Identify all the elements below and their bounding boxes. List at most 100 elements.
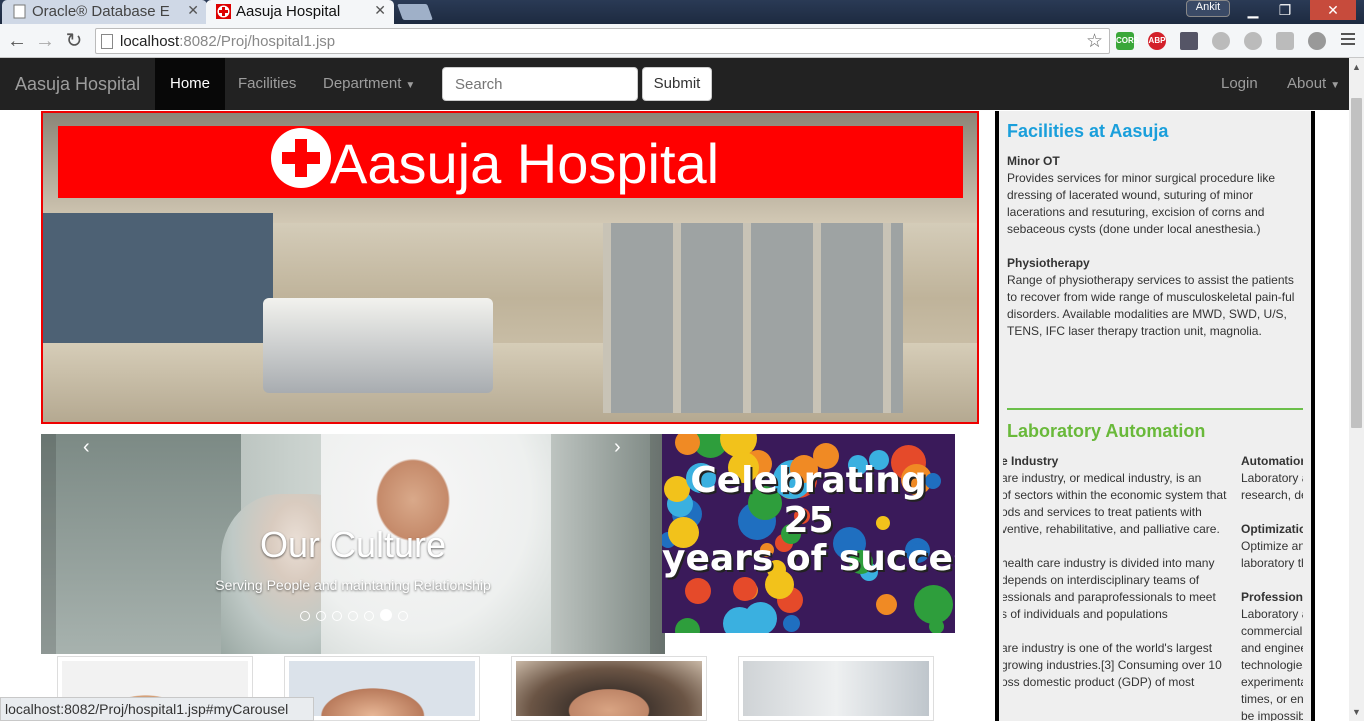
caret-down-icon: ▼ <box>405 80 416 91</box>
culture-carousel: ‹ › Our Culture Serving People and maint… <box>41 434 665 654</box>
decorative-circle <box>675 618 700 633</box>
facilities-sidebar: Facilities at Aasuja Minor OT Provides s… <box>995 111 1315 721</box>
tab-label: Aasuja Hospital <box>236 3 341 20</box>
carousel-indicator-dot[interactable] <box>364 611 374 621</box>
reload-icon[interactable]: ↻ <box>63 30 85 52</box>
nurse-station <box>263 298 493 393</box>
settings-extension-icon[interactable] <box>1276 32 1294 50</box>
facility-text: Range of physiotherapy services to assis… <box>1007 273 1295 338</box>
browser-toolbar: ← → ↻ localhost:8082/Proj/hospital1.jsp … <box>0 24 1364 58</box>
facility-physiotherapy: Physiotherapy Range of physiotherapy ser… <box>1007 255 1303 340</box>
back-icon[interactable]: ← <box>6 30 28 52</box>
eyedropper-extension-icon[interactable] <box>1180 32 1198 50</box>
close-tab-icon[interactable]: ✕ <box>374 2 386 19</box>
nav-facilities[interactable]: Facilities <box>223 58 311 110</box>
carousel-indicator-dot[interactable] <box>300 611 310 621</box>
decorative-circle <box>733 577 757 601</box>
skype-extension-icon[interactable] <box>1212 32 1230 50</box>
nav-department-dropdown[interactable]: Department ▼ <box>308 58 430 110</box>
tab-label: Oracle® Database E <box>32 3 170 20</box>
carousel-caption-subtitle: Serving People and maintaning Relationsh… <box>215 577 491 593</box>
nav-home[interactable]: Home <box>155 58 226 110</box>
carousel-indicator-dot[interactable] <box>348 611 358 621</box>
caret-down-icon: ▼ <box>1330 80 1341 91</box>
tab-oracle-docs[interactable]: Oracle® Database E ✕ <box>2 0 207 24</box>
lab-item-text: ods and services to treat patients with <box>1003 505 1202 519</box>
lab-item-text: technologies <box>1241 658 1303 672</box>
lab-item-heading: Professional <box>1241 590 1303 604</box>
celebration-image: Celebrating 25 years of success <box>662 434 955 633</box>
profile-badge[interactable]: Ankit <box>1186 0 1230 17</box>
browser-tab-strip: Oracle® Database E ✕ Aasuja Hospital ✕ A… <box>0 0 1364 24</box>
submit-button[interactable]: Submit <box>642 67 712 101</box>
decorative-circle <box>685 578 711 604</box>
bookmark-star-icon[interactable]: ☆ <box>1086 30 1103 53</box>
lab-item-text: commercial <box>1241 624 1303 638</box>
page-scrollbar[interactable]: ▲ ▼ <box>1349 58 1364 721</box>
carousel-next-icon[interactable]: › <box>614 436 621 459</box>
lab-item-text: ventive, rehabilitative, and palliative … <box>1003 522 1220 536</box>
lab-item-text: essionals and paraprofessionals to meet <box>1003 590 1216 604</box>
site-brand[interactable]: Aasuja Hospital <box>15 74 140 95</box>
decorative-circle <box>914 585 953 624</box>
close-tab-icon[interactable]: ✕ <box>187 2 199 19</box>
tab-aasuja-hospital[interactable]: Aasuja Hospital ✕ <box>206 0 394 24</box>
thumbnail-lab[interactable] <box>738 656 934 721</box>
carousel-indicators <box>300 608 414 621</box>
celebration-line-2: 25 <box>783 500 834 541</box>
address-bar[interactable]: localhost:8082/Proj/hospital1.jsp ☆ <box>95 28 1110 54</box>
close-window-icon[interactable]: ✕ <box>1310 0 1356 20</box>
carousel-indicator-dot[interactable] <box>332 611 342 621</box>
lab-item-text: Laboratory a <box>1241 607 1303 621</box>
maximize-icon[interactable]: ❐ <box>1270 0 1300 20</box>
new-tab-button[interactable] <box>397 4 433 20</box>
url-path: :8082/Proj/hospital1.jsp <box>179 33 336 50</box>
lab-item-text: s of individuals and populations <box>1003 607 1168 621</box>
hospital-cross-icon <box>271 128 331 188</box>
celebration-line-1: Celebrating <box>690 460 927 501</box>
adblock-extension-icon[interactable]: ABP <box>1148 32 1166 50</box>
carousel-prev-icon[interactable]: ‹ <box>83 436 90 459</box>
lab-item-text: and enginee <box>1241 641 1303 655</box>
thumbnail-doctor-3[interactable] <box>511 656 707 721</box>
lab-item-text: be impossib <box>1241 709 1303 721</box>
decorative-circle <box>723 607 756 633</box>
lab-item-text: depends on interdisciplinary teams of <box>1003 573 1200 587</box>
minimize-icon[interactable]: ▁ <box>1238 0 1268 20</box>
decorative-circle <box>783 615 800 632</box>
browser-menu-icon[interactable] <box>1341 33 1355 47</box>
scrollbar-thumb[interactable] <box>1351 98 1362 428</box>
hospital-banner: Aasuja Hospital <box>58 126 963 198</box>
hero-image: Aasuja Hospital <box>41 111 979 424</box>
lab-item-text: are industry, or medical industry, is an <box>1003 471 1202 485</box>
status-bar-url: localhost:8082/Proj/hospital1.jsp#myCaro… <box>0 697 314 721</box>
page-icon <box>13 4 26 19</box>
lab-item-text: Optimize and <box>1241 539 1303 553</box>
decorative-circle <box>876 594 897 615</box>
forward-icon[interactable]: → <box>34 30 56 52</box>
facility-text: Provides services for minor surgical pro… <box>1007 171 1276 236</box>
nav-login[interactable]: Login <box>1206 58 1273 110</box>
lab-item-heading: e Industry <box>1003 454 1059 468</box>
carousel-indicator-dot[interactable] <box>316 611 326 621</box>
nav-about-dropdown[interactable]: About ▼ <box>1272 58 1355 110</box>
lab-item-heading: Optimization <box>1241 522 1303 536</box>
scroll-up-icon[interactable]: ▲ <box>1352 62 1361 72</box>
lab-item-text: health care industry is divided into man… <box>1003 556 1215 570</box>
carousel-caption-title: Our Culture <box>259 524 447 565</box>
lab-automation-heading: Laboratory Automation <box>1007 421 1206 441</box>
lab-item-text: are industry is one of the world's large… <box>1003 641 1213 655</box>
lab-item-text: oss domestic product (GDP) of most <box>1003 675 1195 689</box>
lab-item-text: times, or ena <box>1241 692 1303 706</box>
scroll-down-icon[interactable]: ▼ <box>1352 707 1361 717</box>
cors-extension-icon[interactable]: CORS <box>1116 32 1139 50</box>
carousel-indicator-dot[interactable] <box>398 611 408 621</box>
carousel-indicator-dot[interactable] <box>380 609 392 621</box>
url-host: localhost <box>120 33 180 50</box>
globe-extension-icon[interactable] <box>1308 32 1326 50</box>
decorative-circle <box>929 619 944 633</box>
facility-minor-ot: Minor OT Provides services for minor sur… <box>1007 153 1303 238</box>
chat-extension-icon[interactable] <box>1244 32 1262 50</box>
search-input[interactable] <box>442 67 638 101</box>
lab-item-text: laboratory th <box>1241 556 1303 570</box>
